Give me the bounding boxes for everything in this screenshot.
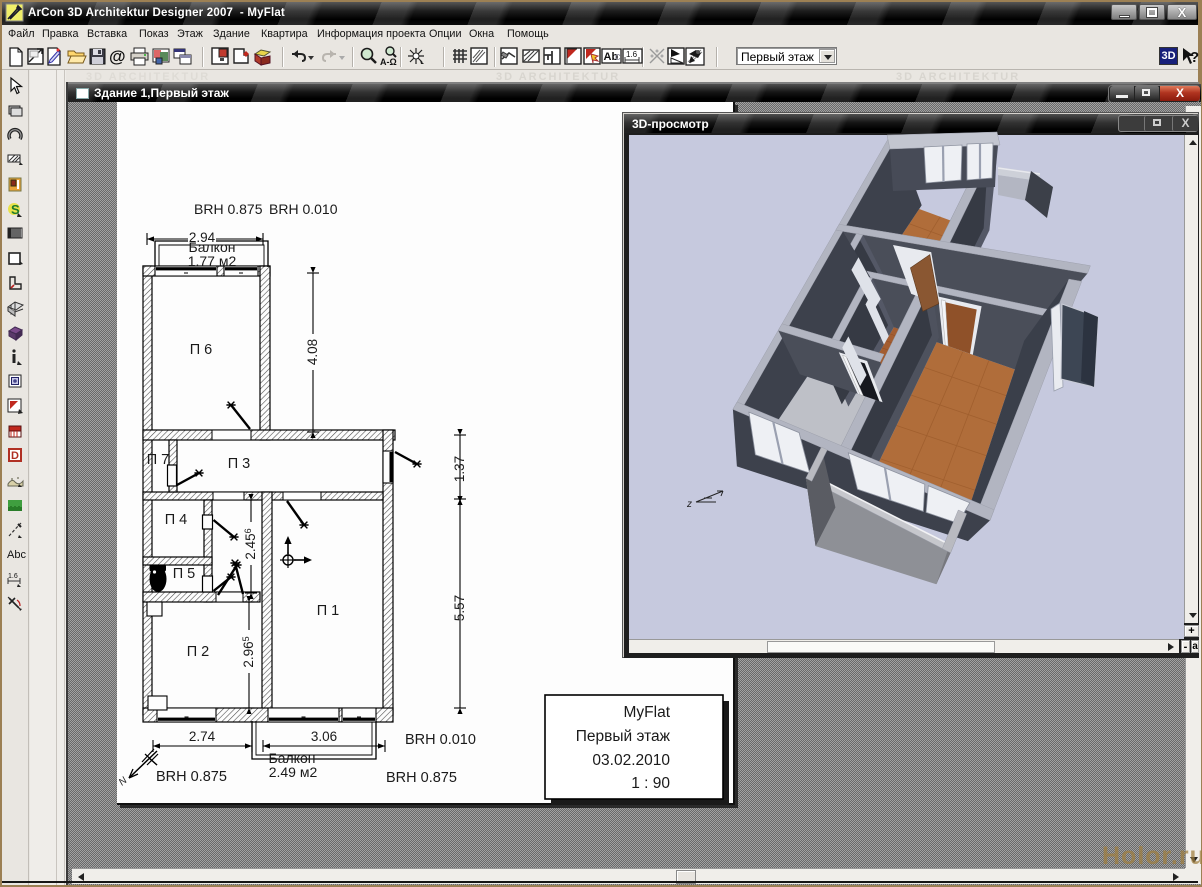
svg-text:BRH 0.875: BRH 0.875	[194, 201, 263, 217]
svg-text:BRH 0.875: BRH 0.875	[156, 769, 227, 785]
svg-text:c: c	[615, 51, 621, 63]
svg-text:A-Ω: A-Ω	[380, 57, 397, 67]
svg-text:1 : 90: 1 : 90	[631, 775, 670, 792]
svg-text:?: ?	[1190, 49, 1199, 66]
svg-text:П 2: П 2	[187, 644, 210, 660]
svg-text:BRH 0.010: BRH 0.010	[405, 732, 476, 748]
svg-text:2.49 м2: 2.49 м2	[269, 764, 318, 780]
svg-text:03.02.2010: 03.02.2010	[592, 752, 670, 769]
svg-text:Первый этаж: Первый этаж	[576, 728, 671, 745]
svg-text:1.37: 1.37	[452, 456, 467, 482]
svg-text:@: @	[109, 47, 126, 66]
svg-text:П 4: П 4	[165, 512, 188, 528]
svg-text:3.06: 3.06	[311, 729, 337, 744]
svg-text:1.6: 1.6	[626, 50, 638, 59]
svg-text:Abc: Abc	[7, 549, 26, 561]
svg-text:2.74: 2.74	[189, 729, 216, 744]
svg-text:П 3: П 3	[228, 456, 251, 472]
svg-text:BRH 0.875: BRH 0.875	[386, 770, 457, 786]
svg-text:4.08: 4.08	[305, 339, 320, 365]
svg-text:BRH 0.010: BRH 0.010	[269, 201, 338, 217]
svg-text:MyFlat: MyFlat	[624, 704, 671, 721]
svg-text:П 5: П 5	[173, 566, 196, 582]
svg-text:П 6: П 6	[190, 342, 213, 358]
svg-text:П 1: П 1	[317, 603, 340, 619]
svg-text:D: D	[11, 450, 19, 462]
svg-text:N: N	[117, 775, 130, 789]
svg-text:1.77 м2: 1.77 м2	[188, 253, 237, 269]
svg-text:П 7: П 7	[147, 452, 170, 468]
svg-text:z: z	[686, 499, 692, 510]
svg-text:5.57: 5.57	[452, 595, 467, 621]
svg-text:1.6: 1.6	[8, 573, 18, 580]
